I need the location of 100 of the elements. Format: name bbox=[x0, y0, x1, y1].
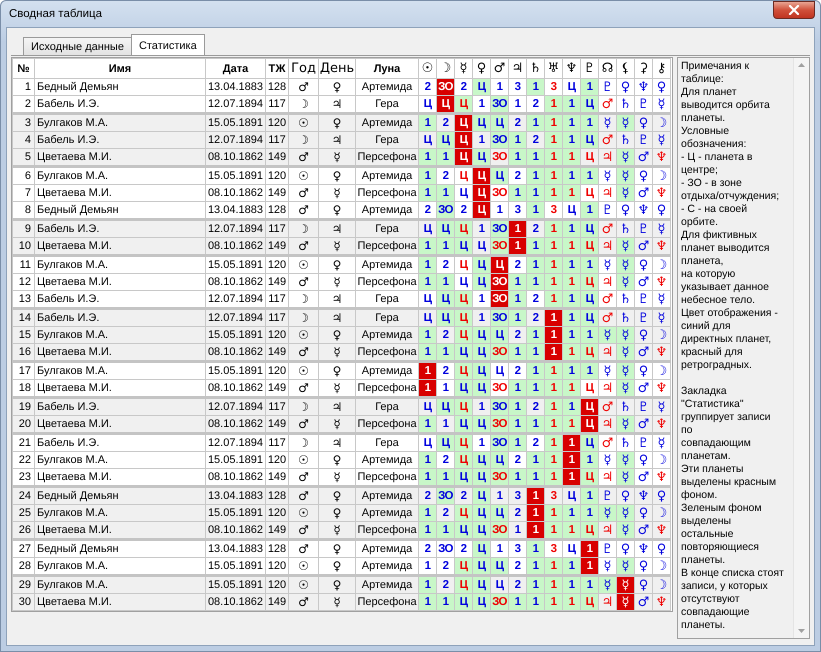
table-cell: 12 bbox=[12, 274, 34, 290]
column-header[interactable]: № bbox=[12, 58, 34, 78]
table-cell: ☽ bbox=[652, 362, 670, 380]
table-cell: ☉ bbox=[288, 452, 318, 468]
table-cell: Булгаков М.А. bbox=[34, 452, 206, 468]
table-cell: 2 bbox=[454, 486, 472, 504]
table-cell: 1 bbox=[526, 540, 544, 558]
table-cell: ♄ bbox=[616, 398, 634, 416]
table-cell: ♀ bbox=[634, 576, 652, 594]
table-cell: Бедный Демьян bbox=[34, 540, 206, 558]
column-header[interactable]: ☊ bbox=[598, 58, 616, 78]
table-cell: 1 bbox=[418, 256, 436, 274]
close-button[interactable] bbox=[773, 1, 815, 19]
table-cell: ♀ bbox=[318, 576, 356, 594]
column-header[interactable]: ♇ bbox=[580, 58, 598, 78]
table-cell: ♃ bbox=[318, 434, 356, 452]
column-header[interactable]: Луна bbox=[356, 58, 418, 78]
tab[interactable]: Статистика bbox=[130, 34, 205, 55]
table-cell: 1 bbox=[526, 166, 544, 184]
table-cell: 117 bbox=[266, 308, 288, 326]
table-cell: Ц bbox=[454, 220, 472, 238]
table-cell: 120 bbox=[266, 166, 288, 184]
table-cell: ♂ bbox=[598, 308, 616, 326]
table-cell: Артемида bbox=[356, 504, 418, 522]
table-cell: 4 bbox=[12, 132, 34, 148]
table-cell: Артемида bbox=[356, 540, 418, 558]
table-cell: 15.05.1891 bbox=[206, 114, 266, 132]
table-cell: ☿ bbox=[318, 184, 356, 202]
table-cell: 1 bbox=[580, 256, 598, 274]
column-header[interactable]: ⚸ bbox=[616, 58, 634, 78]
column-header[interactable]: ♀ bbox=[472, 58, 490, 78]
table-cell: 3 bbox=[12, 114, 34, 132]
column-header[interactable]: ♃ bbox=[508, 58, 526, 78]
table-cell: Булгаков М.А. bbox=[34, 256, 206, 274]
table-cell: 1 bbox=[562, 166, 580, 184]
table-cell: Ц bbox=[580, 398, 598, 416]
table-cell: ☿ bbox=[616, 256, 634, 274]
scroll-up-icon[interactable] bbox=[798, 63, 805, 67]
table-cell: Ц bbox=[454, 362, 472, 380]
table-cell: ♃ bbox=[318, 220, 356, 238]
table-cell: ♀ bbox=[318, 78, 356, 96]
column-header[interactable]: День bbox=[318, 58, 356, 78]
table-cell: ♀ bbox=[318, 362, 356, 380]
table-cell: Бедный Демьян bbox=[34, 78, 206, 96]
table-cell: Булгаков М.А. bbox=[34, 576, 206, 594]
table-cell: 15.05.1891 bbox=[206, 166, 266, 184]
table-cell: 2 bbox=[526, 220, 544, 238]
table-cell: 1 bbox=[580, 166, 598, 184]
column-header[interactable]: ☿ bbox=[454, 58, 472, 78]
table-cell: ☽ bbox=[652, 114, 670, 132]
table-cell: ☽ bbox=[652, 256, 670, 274]
table-cell: 1 bbox=[562, 576, 580, 594]
table-cell: Бабель И.Э. bbox=[34, 308, 206, 326]
table-cell: ☿ bbox=[616, 166, 634, 184]
column-header[interactable]: ♅ bbox=[544, 58, 562, 78]
tab[interactable]: Исходные данные bbox=[23, 37, 132, 55]
table-cell: 15.05.1891 bbox=[206, 576, 266, 594]
table-cell: ☽ bbox=[288, 398, 318, 416]
table-cell: Артемида bbox=[356, 114, 418, 132]
table-cell: 128 bbox=[266, 486, 288, 504]
table-cell: ☽ bbox=[288, 434, 318, 452]
table-cell: 12.07.1894 bbox=[206, 398, 266, 416]
table-cell: ♂ bbox=[288, 184, 318, 202]
window-title: Сводная таблица bbox=[8, 8, 102, 20]
table-cell: Бабель И.Э. bbox=[34, 132, 206, 148]
table-cell: ☿ bbox=[616, 576, 634, 594]
table-cell: 1 bbox=[508, 220, 526, 238]
column-header[interactable]: ♂ bbox=[490, 58, 508, 78]
column-header[interactable]: ♆ bbox=[562, 58, 580, 78]
table-cell: Булгаков М.А. bbox=[34, 114, 206, 132]
column-header[interactable]: ⚷ bbox=[652, 58, 670, 78]
column-header[interactable]: Дата bbox=[206, 58, 266, 78]
table-cell: Цветаева М.И. bbox=[34, 274, 206, 290]
column-header[interactable]: ☽ bbox=[436, 58, 454, 78]
column-header[interactable]: ♄ bbox=[526, 58, 544, 78]
table-cell: Ц bbox=[490, 256, 508, 274]
column-header[interactable]: ⚳ bbox=[634, 58, 652, 78]
table-cell: Артемида bbox=[356, 452, 418, 468]
table-cell: Персефона bbox=[356, 184, 418, 202]
table-cell: ♀ bbox=[318, 486, 356, 504]
table-cell: 120 bbox=[266, 362, 288, 380]
table-cell: 12.07.1894 bbox=[206, 220, 266, 238]
table-cell: 1 bbox=[472, 308, 490, 326]
table-cell: ♂ bbox=[288, 540, 318, 558]
scrollbar[interactable] bbox=[793, 58, 809, 638]
table-cell: 1 bbox=[562, 220, 580, 238]
table-cell: 27 bbox=[12, 540, 34, 558]
table-cell: 2 bbox=[436, 576, 454, 594]
table-cell: ♂ bbox=[288, 594, 318, 610]
column-header[interactable]: Имя bbox=[34, 58, 206, 78]
column-header[interactable]: ТЖ bbox=[266, 58, 288, 78]
notes-field[interactable] bbox=[677, 57, 810, 639]
table-cell: 15 bbox=[12, 326, 34, 344]
column-header[interactable]: Год bbox=[288, 58, 318, 78]
scroll-down-icon[interactable] bbox=[798, 629, 805, 633]
table-cell: 1 bbox=[526, 256, 544, 274]
table-cell: ☽ bbox=[288, 220, 318, 238]
table-cell: ♀ bbox=[318, 256, 356, 274]
table-cell: ♀ bbox=[634, 362, 652, 380]
column-header[interactable]: ☉ bbox=[418, 58, 436, 78]
